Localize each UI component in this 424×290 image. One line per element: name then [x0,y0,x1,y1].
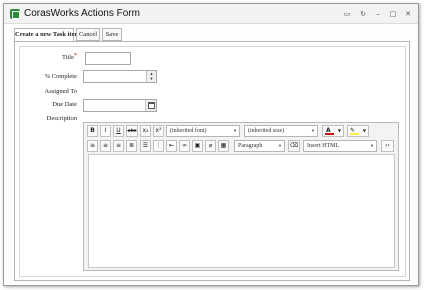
chevron-down-icon: ▼ [278,143,282,148]
chevron-down-icon: ▼ [311,128,315,133]
window-title: CorasWorks Actions Form [24,8,140,19]
refresh-icon[interactable]: ↻ [358,9,368,19]
font-family-value: (inherited font) [170,128,207,134]
highlight-color-swatch [350,133,359,135]
cancel-button-label: Cancel [78,31,98,38]
outdent-icon[interactable]: ⇤ [166,140,177,152]
font-color-button[interactable]: A ▼ [322,125,344,137]
superscript-button[interactable]: x² [153,125,164,137]
due-date-label: Due Date [52,101,77,108]
settings-icon[interactable]: ▭ [342,9,352,19]
minimize-icon[interactable]: – [373,9,383,19]
percent-complete-label: % Complete [44,73,77,80]
maximize-icon[interactable]: □ [388,9,398,19]
paragraph-format-value: Paragraph [238,143,263,149]
image-icon[interactable]: ▣ [192,140,203,152]
font-color-swatch [325,133,334,135]
cancel-button[interactable]: Cancel [76,28,100,41]
chevron-down-icon: ▼ [233,128,237,133]
table-icon[interactable]: ▦ [218,140,229,152]
description-editor-area[interactable] [88,154,395,268]
subscript-button[interactable]: x₂ [140,125,151,137]
description-label: Description [46,115,77,122]
app-icon [10,9,20,19]
required-marker: * [74,53,77,59]
chevron-down-icon: ▼ [337,128,341,133]
eraser-icon[interactable]: ⌫ [288,140,300,152]
link-icon[interactable]: ∞ [179,140,190,152]
paragraph-format-select[interactable]: Paragraph ▼ [234,140,285,152]
source-code-icon[interactable]: ‹› [381,140,394,152]
chevron-down-icon: ▼ [362,128,366,133]
percent-stepper[interactable]: ▲ ▼ [146,71,156,82]
rich-text-editor: B I U abc x₂ x² (inherited font) ▼ (inhe… [83,122,399,271]
font-family-select[interactable]: (inherited font) ▼ [166,125,240,137]
strikethrough-button[interactable]: abc [126,125,138,137]
due-date-input[interactable] [83,99,157,112]
highlight-color-button[interactable]: ✎ ▼ [347,125,369,137]
form-window: CorasWorks Actions Form ▭ ↻ – □ ✕ Create… [3,3,419,286]
bold-button[interactable]: B [87,125,98,137]
insert-html-value: Insert HTML [307,143,340,149]
stepper-down-icon[interactable]: ▼ [147,76,156,81]
save-button-label: Save [105,31,119,38]
title-bar: CorasWorks Actions Form ▭ ↻ – □ ✕ [4,4,418,24]
bullet-list-icon[interactable]: ☰ [140,140,151,152]
attachment-icon[interactable]: ⌀ [205,140,216,152]
font-size-value: (inherited size) [248,128,285,134]
title-input[interactable] [85,52,131,65]
italic-button[interactable]: I [100,125,111,137]
align-justify-icon[interactable]: ≣ [126,140,137,152]
numbered-list-icon[interactable]: ⋮ [153,140,164,152]
assigned-to-label: Assigned To [44,88,77,95]
title-label: Title* [61,53,77,61]
font-size-select[interactable]: (inherited size) ▼ [244,125,318,137]
align-right-icon[interactable]: ≡ [113,140,124,152]
chevron-down-icon: ▼ [370,143,374,148]
date-picker-button[interactable] [145,100,156,111]
close-icon[interactable]: ✕ [403,9,413,19]
insert-html-select[interactable]: Insert HTML ▼ [303,140,377,152]
align-center-icon[interactable]: ≡ [100,140,111,152]
align-left-icon[interactable]: ≡ [87,140,98,152]
save-button[interactable]: Save [102,28,122,41]
calendar-icon [148,102,155,109]
tab-create-task-label: Create a new Task item [15,31,80,38]
underline-button[interactable]: U [113,125,124,137]
percent-complete-input[interactable]: ▲ ▼ [83,70,157,83]
tab-create-task[interactable]: Create a new Task item [14,28,80,42]
